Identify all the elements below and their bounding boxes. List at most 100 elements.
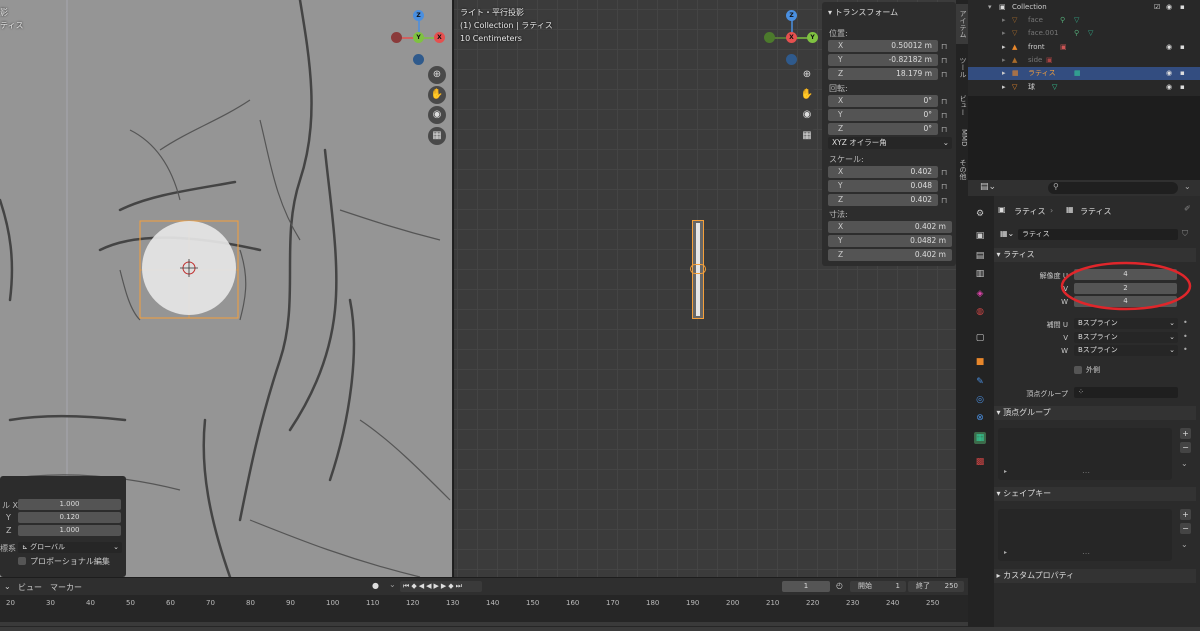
- custom-properties-section-header[interactable]: ▸ カスタムプロパティ: [994, 569, 1196, 583]
- tab-item[interactable]: アイテム: [956, 4, 968, 44]
- scale-y-field[interactable]: Y 0.048: [828, 180, 938, 192]
- gizmo-neg-z-icon[interactable]: [786, 54, 797, 65]
- lattice-data-icon[interactable]: ▦: [974, 432, 986, 444]
- timeline-scrollbar[interactable]: [0, 622, 968, 626]
- location-x-field[interactable]: X 0.50012 m: [828, 40, 938, 52]
- lock-icon[interactable]: ⊓: [941, 111, 947, 120]
- shape-keys-list[interactable]: ▸ ⋯: [998, 509, 1172, 561]
- op-value-x[interactable]: 1.000: [18, 499, 121, 510]
- dimension-z-field[interactable]: Z 0.402 m: [828, 249, 952, 261]
- zoom-icon[interactable]: ⊕: [798, 66, 816, 84]
- tab-view[interactable]: ビュー: [956, 90, 968, 120]
- interpolation-w-dropdown[interactable]: Bスプライン ⌄: [1074, 345, 1178, 356]
- keyframe-dot-icon[interactable]: •: [1183, 345, 1188, 354]
- gizmo-y-icon[interactable]: Y: [413, 32, 424, 43]
- proportional-checkbox[interactable]: [18, 557, 26, 565]
- constraints-icon[interactable]: ⊗: [974, 412, 986, 424]
- rotation-mode-dropdown[interactable]: XYZ オイラー角 ⌄: [828, 137, 952, 149]
- camera-icon[interactable]: ◉: [798, 106, 816, 124]
- eye-icon[interactable]: ◉: [1166, 81, 1172, 94]
- camera-render-icon[interactable]: ▪: [1180, 1, 1185, 14]
- op-value-z[interactable]: 1.000: [18, 525, 121, 536]
- lock-icon[interactable]: ⊓: [941, 182, 947, 191]
- navigation-gizmo[interactable]: Z Y X: [391, 10, 447, 66]
- gizmo-z-icon[interactable]: Z: [786, 10, 797, 21]
- gizmo-x-icon[interactable]: X: [434, 32, 445, 43]
- gizmo-neg-y-icon[interactable]: [764, 32, 775, 43]
- remove-shape-key-button[interactable]: −: [1180, 523, 1191, 534]
- outside-checkbox[interactable]: [1074, 366, 1082, 374]
- physics-icon[interactable]: ◎: [974, 394, 986, 406]
- lock-icon[interactable]: ⊓: [941, 70, 947, 79]
- lock-icon[interactable]: ⊓: [941, 97, 947, 106]
- dimension-x-field[interactable]: X 0.402 m: [828, 221, 952, 233]
- expand-arrow-icon[interactable]: ▸: [1002, 67, 1006, 80]
- scene-icon[interactable]: ◈: [974, 288, 986, 300]
- list-resize-handle[interactable]: ⋯: [1082, 468, 1090, 477]
- tool-settings-icon[interactable]: ⚙: [974, 208, 986, 220]
- modifier-wrench-icon[interactable]: ✎: [974, 376, 986, 388]
- chevron-down-icon[interactable]: ⌄: [1184, 182, 1191, 191]
- lattice-data-icon[interactable]: ▦⌄: [1000, 229, 1014, 238]
- pan-hand-icon[interactable]: ✋: [428, 86, 446, 104]
- gizmo-neg-z-icon[interactable]: [413, 54, 424, 65]
- expand-arrow-icon[interactable]: ▸: [1002, 14, 1006, 27]
- rotation-z-field[interactable]: Z 0°: [828, 123, 938, 135]
- add-vertex-group-button[interactable]: +: [1180, 428, 1191, 439]
- fake-user-shield-icon[interactable]: ⛉: [1182, 229, 1188, 239]
- list-resize-handle[interactable]: ⋯: [1082, 549, 1090, 558]
- pin-icon[interactable]: ✐: [1184, 204, 1191, 213]
- expand-arrow-icon[interactable]: ▸: [1002, 54, 1006, 67]
- chevron-down-icon[interactable]: ⌄: [1181, 540, 1188, 549]
- collection-icon[interactable]: ▢: [974, 332, 986, 344]
- camera-render-icon[interactable]: ▪: [1180, 67, 1185, 80]
- tab-tool[interactable]: ツール: [956, 50, 968, 84]
- world-icon[interactable]: ◍: [974, 306, 986, 318]
- gizmo-z-icon[interactable]: Z: [413, 10, 424, 21]
- grid-toggle-icon[interactable]: ▦: [798, 127, 816, 145]
- expand-arrow-icon[interactable]: ▸: [1002, 81, 1006, 94]
- outliner-collection-row[interactable]: ▾ ▣ Collection ☑ ◉ ▪: [968, 1, 1200, 14]
- view-layer-icon[interactable]: ▥: [974, 268, 986, 280]
- expand-arrow-icon[interactable]: ▸: [1002, 27, 1006, 40]
- search-input[interactable]: ⚲: [1048, 182, 1178, 194]
- dimension-y-field[interactable]: Y 0.0482 m: [828, 235, 952, 247]
- editor-type-icon[interactable]: ▤⌄: [980, 182, 996, 192]
- gizmo-x-icon[interactable]: X: [786, 32, 797, 43]
- tab-mmd[interactable]: MMD: [956, 126, 968, 150]
- vertex-group-field[interactable]: ⁘: [1074, 387, 1178, 398]
- gizmo-y-icon[interactable]: Y: [807, 32, 818, 43]
- lock-icon[interactable]: ⊓: [941, 42, 947, 51]
- outliner-item-selected[interactable]: ▸ ▦ ラティス ▦ ◉ ▪: [968, 67, 1200, 80]
- expand-arrow-icon[interactable]: ▸: [1002, 41, 1006, 54]
- expand-arrow-icon[interactable]: ▾: [988, 1, 992, 14]
- lock-icon[interactable]: ⊓: [941, 56, 947, 65]
- outliner-item[interactable]: ▸ ▲ front ▣ ◉ ▪: [968, 41, 1200, 54]
- vertex-groups-list[interactable]: ▸ ⋯: [998, 428, 1172, 480]
- remove-vertex-group-button[interactable]: −: [1180, 442, 1191, 453]
- transform-header[interactable]: ▾ トランスフォーム: [822, 2, 956, 23]
- navigation-gizmo-right[interactable]: Z X Y: [764, 10, 820, 66]
- lock-icon[interactable]: ⊓: [941, 168, 947, 177]
- outliner-item[interactable]: ▸ ▽ 球 ▽ ◉ ▪: [968, 81, 1200, 94]
- list-expand-icon[interactable]: ▸: [1004, 468, 1007, 475]
- vertex-groups-section-header[interactable]: ▾ 頂点グループ: [994, 406, 1196, 420]
- gizmo-neg-x-icon[interactable]: [391, 32, 402, 43]
- zoom-icon[interactable]: ⊕: [428, 66, 446, 84]
- rotation-x-field[interactable]: X 0°: [828, 95, 938, 107]
- eye-icon[interactable]: ◉: [1166, 1, 1172, 14]
- lock-icon[interactable]: ⊓: [941, 196, 947, 205]
- shape-keys-section-header[interactable]: ▾ シェイプキー: [994, 487, 1196, 501]
- location-y-field[interactable]: Y -0.82182 m: [828, 54, 938, 66]
- datablock-name-field[interactable]: ラティス: [1018, 229, 1178, 240]
- keyframe-dot-icon[interactable]: •: [1183, 332, 1188, 341]
- object-properties-icon[interactable]: ■: [974, 356, 986, 368]
- outliner-item[interactable]: ▸ ▽ face.001 ⚲ ▽: [968, 27, 1200, 40]
- render-icon[interactable]: ▣: [974, 230, 986, 242]
- add-shape-key-button[interactable]: +: [1180, 509, 1191, 520]
- chevron-down-icon[interactable]: ⌄: [1181, 459, 1188, 468]
- lock-icon[interactable]: ⊓: [941, 125, 947, 134]
- orientation-dropdown[interactable]: ⊾ グローバル ⌄: [18, 542, 122, 553]
- pan-hand-icon[interactable]: ✋: [798, 86, 816, 104]
- output-icon[interactable]: ▤: [974, 250, 986, 262]
